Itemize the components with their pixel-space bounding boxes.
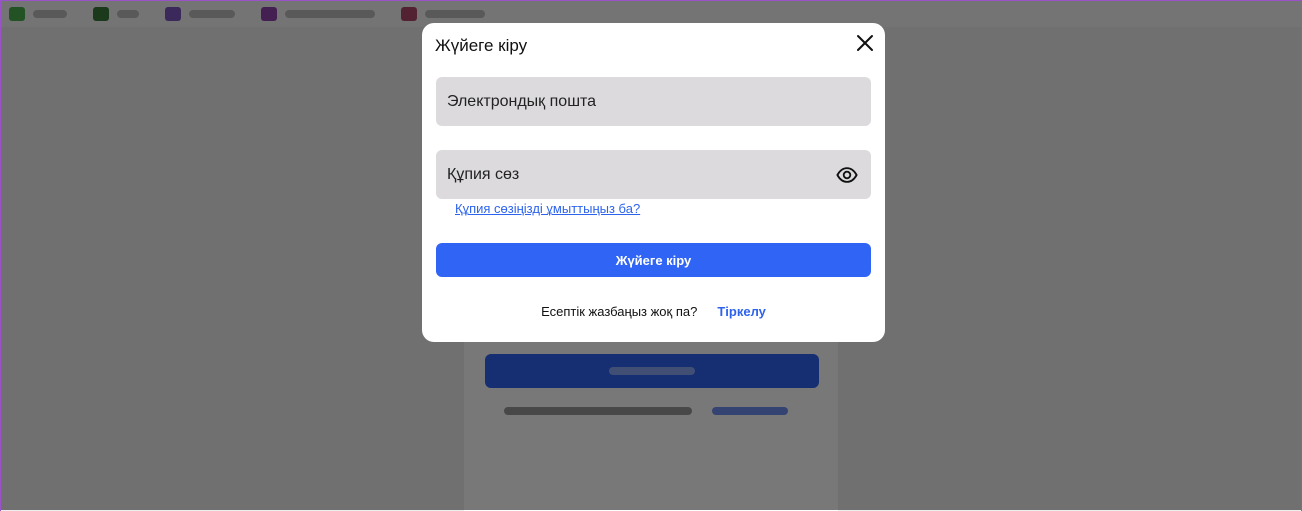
no-account-text: Есептік жазбаңыз жоқ па?: [541, 304, 698, 319]
login-modal: Жүйеге кіру Құпия сөзіңізді ұмыттыңыз ба…: [422, 23, 885, 342]
eye-icon: [836, 167, 858, 183]
toggle-password-visibility-button[interactable]: [835, 163, 859, 187]
login-submit-button[interactable]: Жүйеге кіру: [436, 243, 871, 277]
password-input[interactable]: [436, 150, 871, 199]
modal-title: Жүйеге кіру: [435, 36, 528, 55]
password-field-container: [436, 150, 871, 199]
email-input[interactable]: [436, 77, 871, 126]
close-button[interactable]: [853, 31, 877, 55]
forgot-password-link[interactable]: Құпия сөзіңізді ұмыттыңыз ба?: [455, 201, 640, 217]
register-link[interactable]: Тіркелу: [717, 303, 766, 321]
email-field-container: [436, 77, 871, 126]
close-icon: [857, 35, 873, 51]
register-row: Есептік жазбаңыз жоқ па? Тіркелу: [422, 303, 885, 321]
